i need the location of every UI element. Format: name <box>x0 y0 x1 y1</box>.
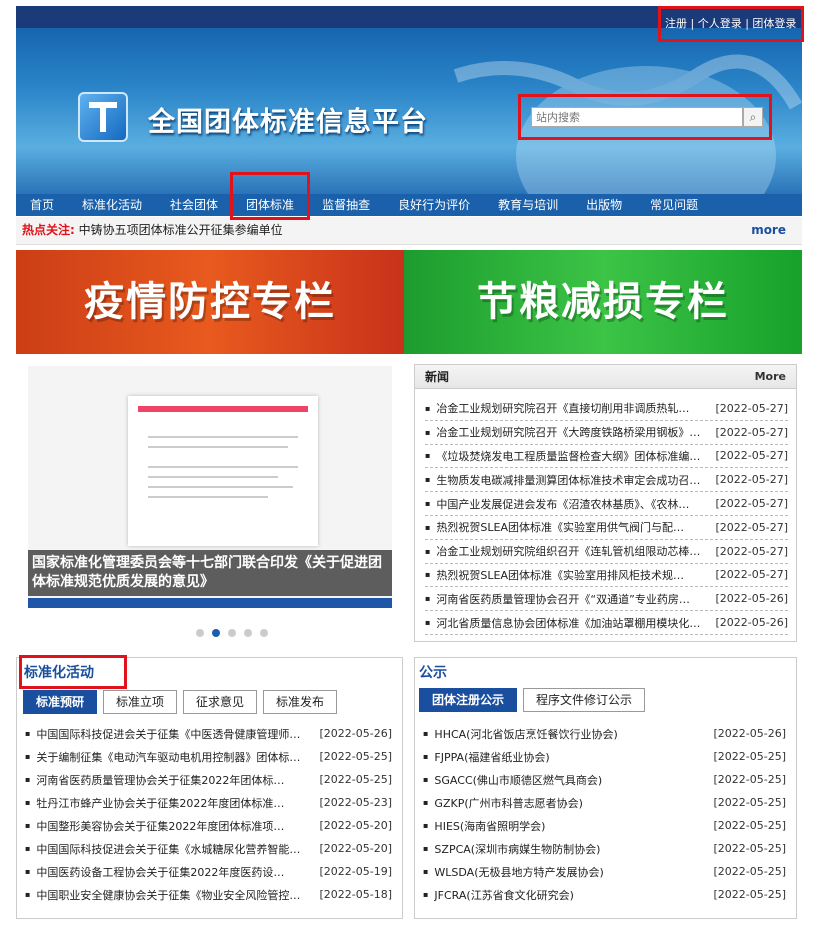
slider-image-taskbar <box>28 598 392 608</box>
slider-dot[interactable] <box>260 629 268 637</box>
food-saving-banner[interactable]: 节粮减损专栏 <box>404 250 802 354</box>
hot-link[interactable]: 中铸协五项团体标准公开征集参编单位 <box>79 223 283 237</box>
announcement-title: 公示 <box>419 665 447 681</box>
hot-more-link[interactable]: more <box>751 217 786 243</box>
nav-evaluation[interactable]: 良好行为评价 <box>384 194 484 216</box>
nav-education[interactable]: 教育与培训 <box>484 194 572 216</box>
nav-publications[interactable]: 出版物 <box>572 194 636 216</box>
main-nav: 首页 标准化活动 社会团体 团体标准 监督抽查 良好行为评价 教育与培训 出版物… <box>16 172 802 220</box>
news-item[interactable]: 《垃圾焚烧发电工程质量监督检查大纲》团体标准编…[2022-05-27] <box>425 445 788 469</box>
slider-dot[interactable] <box>196 629 204 637</box>
tab-procedure-revision[interactable]: 程序文件修订公示 <box>523 688 646 712</box>
group-login-link[interactable]: 团体登录 <box>752 17 796 30</box>
tab-comments[interactable]: 征求意见 <box>183 690 258 714</box>
tab-release[interactable]: 标准发布 <box>263 690 338 714</box>
activity-item[interactable]: 河南省医药质量管理协会关于征集2022年团体标…[2022-05-25] <box>25 768 392 791</box>
activity-item[interactable]: 中国医药设备工程协会关于征集2022年度医药设…[2022-05-19] <box>25 860 392 883</box>
announcement-item[interactable]: SZPCA(深圳市病媒生物防制协会)[2022-05-25] <box>423 837 786 860</box>
news-slider[interactable]: 国家标准化管理委员会等十七部门联合印发《关于促进团体标准规范优质发展的意见》 <box>28 366 392 608</box>
site-logo[interactable] <box>78 92 128 142</box>
nav-home[interactable]: 首页 <box>16 194 68 216</box>
search-input[interactable] <box>531 107 743 127</box>
activity-item[interactable]: 牡丹江市蜂产业协会关于征集2022年度团体标准…[2022-05-23] <box>25 791 392 814</box>
announcement-item[interactable]: FJPPA(福建省纸业协会)[2022-05-25] <box>423 745 786 768</box>
nav-activities[interactable]: 标准化活动 <box>68 194 156 216</box>
slider-dot-active[interactable] <box>212 629 220 637</box>
nav-group-standards[interactable]: 团体标准 <box>230 172 311 220</box>
news-item[interactable]: 冶金工业规划研究院召开《直接切削用非调质热轧…[2022-05-27] <box>425 397 788 421</box>
search-area: ⌕ <box>518 94 772 140</box>
announcement-tabs: 团体注册公示 程序文件修订公示 <box>419 688 646 712</box>
site-name: 全国团体标准信息平台 <box>148 107 428 138</box>
epidemic-banner[interactable]: 疫情防控专栏 <box>16 250 404 354</box>
activities-tabs: 标准预研 标准立项 征求意见 标准发布 <box>23 690 338 714</box>
news-more-link[interactable]: More <box>755 365 786 389</box>
slider-caption[interactable]: 国家标准化管理委员会等十七部门联合印发《关于促进团体标准规范优质发展的意见》 <box>28 550 392 596</box>
tab-project-approval[interactable]: 标准立项 <box>103 690 178 714</box>
tab-pre-research[interactable]: 标准预研 <box>23 690 98 714</box>
announcement-item[interactable]: HHCA(河北省饭店烹饪餐饮行业协会)[2022-05-26] <box>423 722 786 745</box>
activities-title: 标准化活动 <box>19 655 127 689</box>
news-item[interactable]: 冶金工业规划研究院召开《大跨度铁路桥梁用钢板》…[2022-05-27] <box>425 421 788 445</box>
announcement-panel: 公示 团体注册公示 程序文件修订公示 HHCA(河北省饭店烹饪餐饮行业协会)[2… <box>414 657 797 919</box>
announcement-item[interactable]: HIES(海南省照明学会)[2022-05-25] <box>423 814 786 837</box>
news-item[interactable]: 中国产业发展促进会发布《沼渣农林基质》、《农林…[2022-05-27] <box>425 492 788 516</box>
slider-dot[interactable] <box>244 629 252 637</box>
slider-dots <box>196 629 268 637</box>
activity-item[interactable]: 中国整形美容协会关于征集2022年度团体标准项…[2022-05-20] <box>25 814 392 837</box>
activities-panel: 标准化活动 标准预研 标准立项 征求意见 标准发布 中国国际科技促进会关于征集《… <box>16 655 403 919</box>
top-login-links: 注册 | 个人登录 | 团体登录 <box>658 6 804 42</box>
announcement-item[interactable]: SGACC(佛山市顺德区燃气具商会)[2022-05-25] <box>423 768 786 791</box>
activity-item[interactable]: 中国职业安全健康协会关于征集《物业安全风险管控…[2022-05-18] <box>25 883 392 906</box>
nav-supervision[interactable]: 监督抽查 <box>308 194 384 216</box>
news-item[interactable]: 热烈祝贺SLEA团体标准《实验室用供气阀门与配…[2022-05-27] <box>425 516 788 540</box>
slider-dot[interactable] <box>228 629 236 637</box>
activity-item[interactable]: 中国国际科技促进会关于征集《中医透骨健康管理师…[2022-05-26] <box>25 722 392 745</box>
news-item[interactable]: 热烈祝贺SLEA团体标准《实验室用排风柜技术规…[2022-05-27] <box>425 564 788 588</box>
announcement-item[interactable]: GZKP(广州市科普志愿者协会)[2022-05-25] <box>423 791 786 814</box>
personal-login-link[interactable]: 个人登录 <box>698 17 742 30</box>
news-item[interactable]: 冶金工业规划研究院组织召开《连轧管机组限动芯棒…[2022-05-27] <box>425 540 788 564</box>
news-item[interactable]: 河北省质量信息协会团体标准《加油站罩棚用模块化…[2022-05-26] <box>425 611 788 635</box>
hot-topics-bar: 热点关注: 中铸协五项团体标准公开征集参编单位 more <box>16 217 802 245</box>
register-link[interactable]: 注册 <box>665 17 687 30</box>
news-title: 新闻 <box>425 370 450 384</box>
activity-item[interactable]: 中国国际科技促进会关于征集《水城糖尿化营养智能…[2022-05-20] <box>25 837 392 860</box>
news-header: 新闻 More <box>415 365 796 389</box>
nav-faq[interactable]: 常见问题 <box>636 194 712 216</box>
document-image <box>128 396 318 546</box>
tab-group-registration[interactable]: 团体注册公示 <box>419 688 518 712</box>
announcement-item[interactable]: JFCRA(江苏省食文化研究会)[2022-05-25] <box>423 883 786 906</box>
nav-social-groups[interactable]: 社会团体 <box>156 194 232 216</box>
news-item[interactable]: 河南省医药质量管理协会召开《“双通道”专业药房…[2022-05-26] <box>425 587 788 612</box>
news-panel: 新闻 More 冶金工业规划研究院召开《直接切削用非调质热轧…[2022-05-… <box>414 364 797 642</box>
activity-item[interactable]: 关于编制征集《电动汽车驱动电机用控制器》团体标…[2022-05-25] <box>25 745 392 768</box>
announcement-item[interactable]: WLSDA(无极县地方特产发展协会)[2022-05-25] <box>423 860 786 883</box>
hot-label: 热点关注: <box>22 223 75 237</box>
search-icon[interactable]: ⌕ <box>743 107 763 127</box>
news-item[interactable]: 生物质发电碳减排量测算团体标准技术审定会成功召…[2022-05-27] <box>425 468 788 493</box>
